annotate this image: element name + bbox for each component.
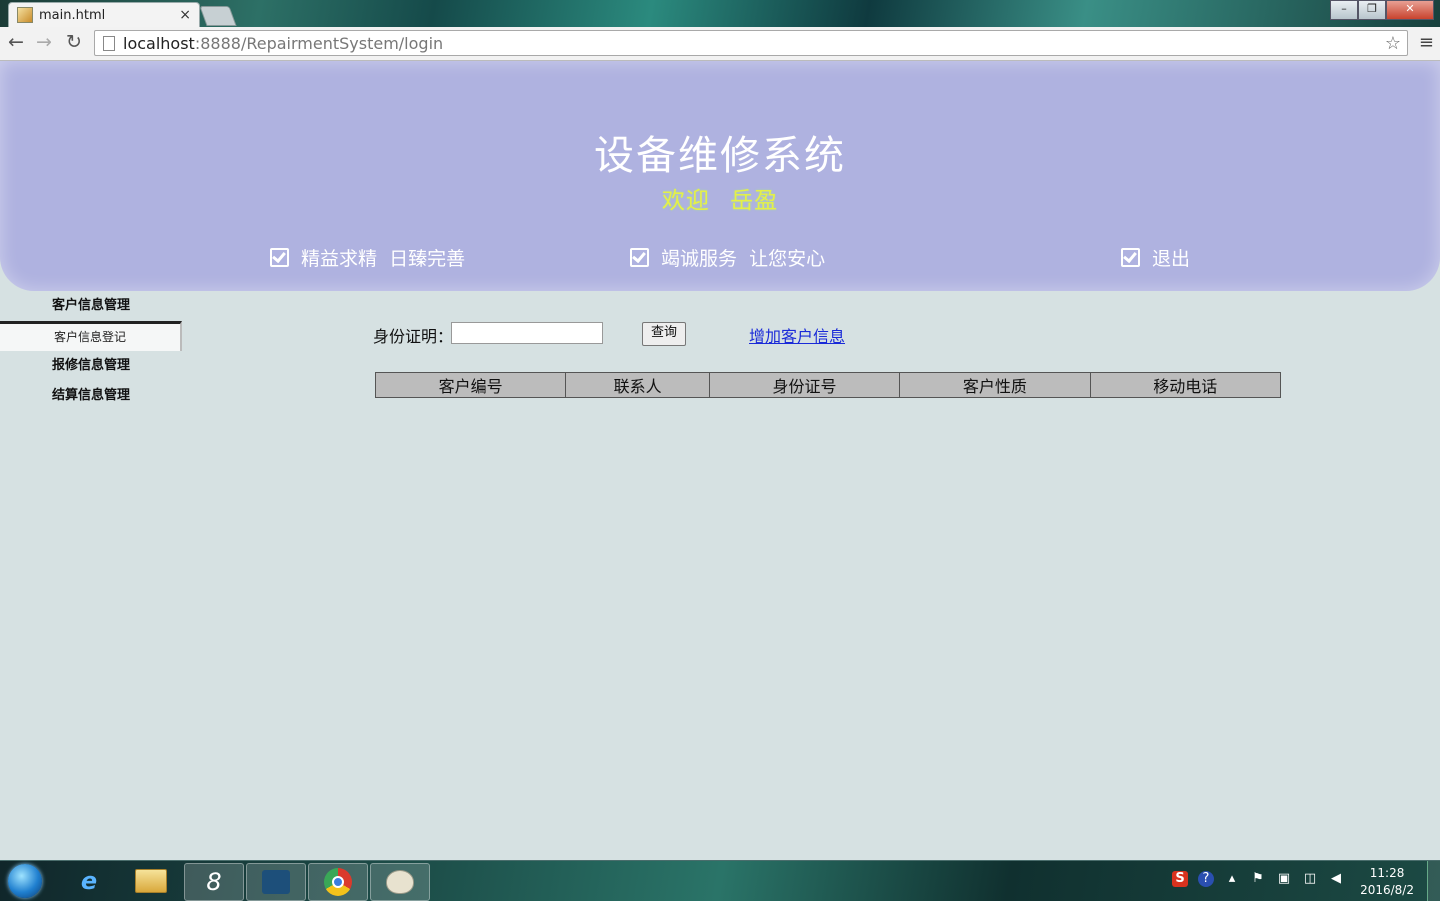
add-customer-link[interactable]: 增加客户信息 [749,323,845,347]
flag-icon[interactable]: ⚑ [1250,871,1266,887]
network-icon[interactable]: ◫ [1302,871,1318,887]
minimize-button[interactable]: – [1330,0,1358,20]
checkbox-icon [270,248,289,267]
site-header: 设备维修系统 欢迎 岳盈 精益求精 日臻完善 竭诚服务 让您安心 退出 [0,61,1440,291]
help-icon[interactable]: ? [1198,871,1214,887]
taskbar: e 8 S ? ▴ ⚑ ▣ ◫ ◀ 11:28 2016/8/2 [0,860,1440,901]
sidebar-item-billing-management[interactable]: 结算信息管理 [0,381,182,411]
checkbox-icon [630,248,649,267]
browser-tab[interactable]: main.html × [8,2,200,27]
table-header-row: 客户编号 联系人 身份证号 客户性质 移动电话 [374,372,1282,398]
customer-table: 客户编号 联系人 身份证号 客户性质 移动电话 [374,372,1282,398]
checkbox-icon [1121,248,1140,267]
new-tab-button[interactable] [199,6,237,26]
column-header: 联系人 [565,372,710,398]
column-header: 身份证号 [708,372,901,398]
sidebar-item-repair-management[interactable]: 报修信息管理 [0,351,182,381]
welcome-label: 欢迎 [661,188,710,214]
start-button-icon[interactable] [8,864,42,898]
arrow-up-icon[interactable]: ▴ [1224,871,1240,887]
sidebar-item-customer-registration[interactable]: 客户信息登记 [0,321,182,351]
url-host: localhost [123,33,195,53]
column-header: 客户性质 [899,372,1091,398]
page-icon [103,35,115,51]
system-clock[interactable]: 11:28 2016/8/2 [1360,865,1414,899]
slogan-1: 精益求精 日臻完善 [270,244,465,271]
slogan-1-text: 精益求精 日臻完善 [301,248,466,270]
show-desktop-button[interactable] [1427,861,1440,901]
browser-toolbar: ← → ↻ localhost:8888/RepairmentSystem/lo… [0,27,1440,61]
page-favicon-icon [17,7,33,23]
reload-icon[interactable]: ↻ [66,31,82,53]
tab-title: main.html [39,7,106,23]
welcome-message: 欢迎 岳盈 [0,181,1440,215]
bookmark-star-icon[interactable]: ☆ [1385,33,1401,54]
sidebar-item-customer-management[interactable]: 客户信息管理 [0,291,182,321]
device-icon[interactable]: ▣ [1276,871,1292,887]
logout-label[interactable]: 退出 [1152,244,1190,271]
maximize-button[interactable]: ❐ [1358,0,1386,20]
back-arrow-icon[interactable]: ← [8,31,24,53]
column-header: 移动电话 [1089,372,1282,398]
forward-arrow-icon[interactable]: → [36,31,52,53]
slogan-2: 竭诚服务 让您安心 [630,244,825,271]
clock-time: 11:28 [1369,866,1405,880]
id-search-label: 身份证明： [373,327,454,346]
sogou-ime-icon[interactable]: S [1172,871,1188,887]
url-path: :8888/RepairmentSystem/login [194,33,444,53]
logout-link[interactable]: 退出 [1121,244,1190,271]
volume-muted-icon[interactable]: ◀ [1328,871,1344,887]
explorer-icon[interactable] [122,863,180,899]
chrome-icon[interactable] [308,863,368,901]
mysql-icon[interactable] [246,863,306,901]
tab-close-icon[interactable]: × [179,7,191,23]
system-tray: S ? ▴ ⚑ ▣ ◫ ◀ [1172,871,1344,887]
window-controls: – ❐ ✕ [1330,0,1434,20]
id-search-input[interactable] [451,322,603,344]
page-content: 设备维修系统 欢迎 岳盈 精益求精 日臻完善 竭诚服务 让您安心 退出 客户信息… [0,61,1440,860]
paint-icon[interactable] [370,863,430,901]
close-window-button[interactable]: ✕ [1386,0,1434,20]
query-button[interactable]: 查询 [642,322,686,346]
address-bar[interactable]: localhost:8888/RepairmentSystem/login ☆ [94,30,1408,56]
browser-menu-icon[interactable]: ≡ [1419,32,1434,53]
user-name: 岳盈 [730,188,779,214]
clock-date: 2016/8/2 [1360,883,1414,897]
app-8-icon[interactable]: 8 [184,863,244,901]
site-title: 设备维修系统 [594,133,846,179]
sidebar-menu: 客户信息管理 客户信息登记 报修信息管理 结算信息管理 [0,291,182,411]
slogan-2-text: 竭诚服务 让您安心 [661,248,826,270]
column-header: 客户编号 [374,372,567,398]
ie-icon[interactable]: e [60,863,118,899]
